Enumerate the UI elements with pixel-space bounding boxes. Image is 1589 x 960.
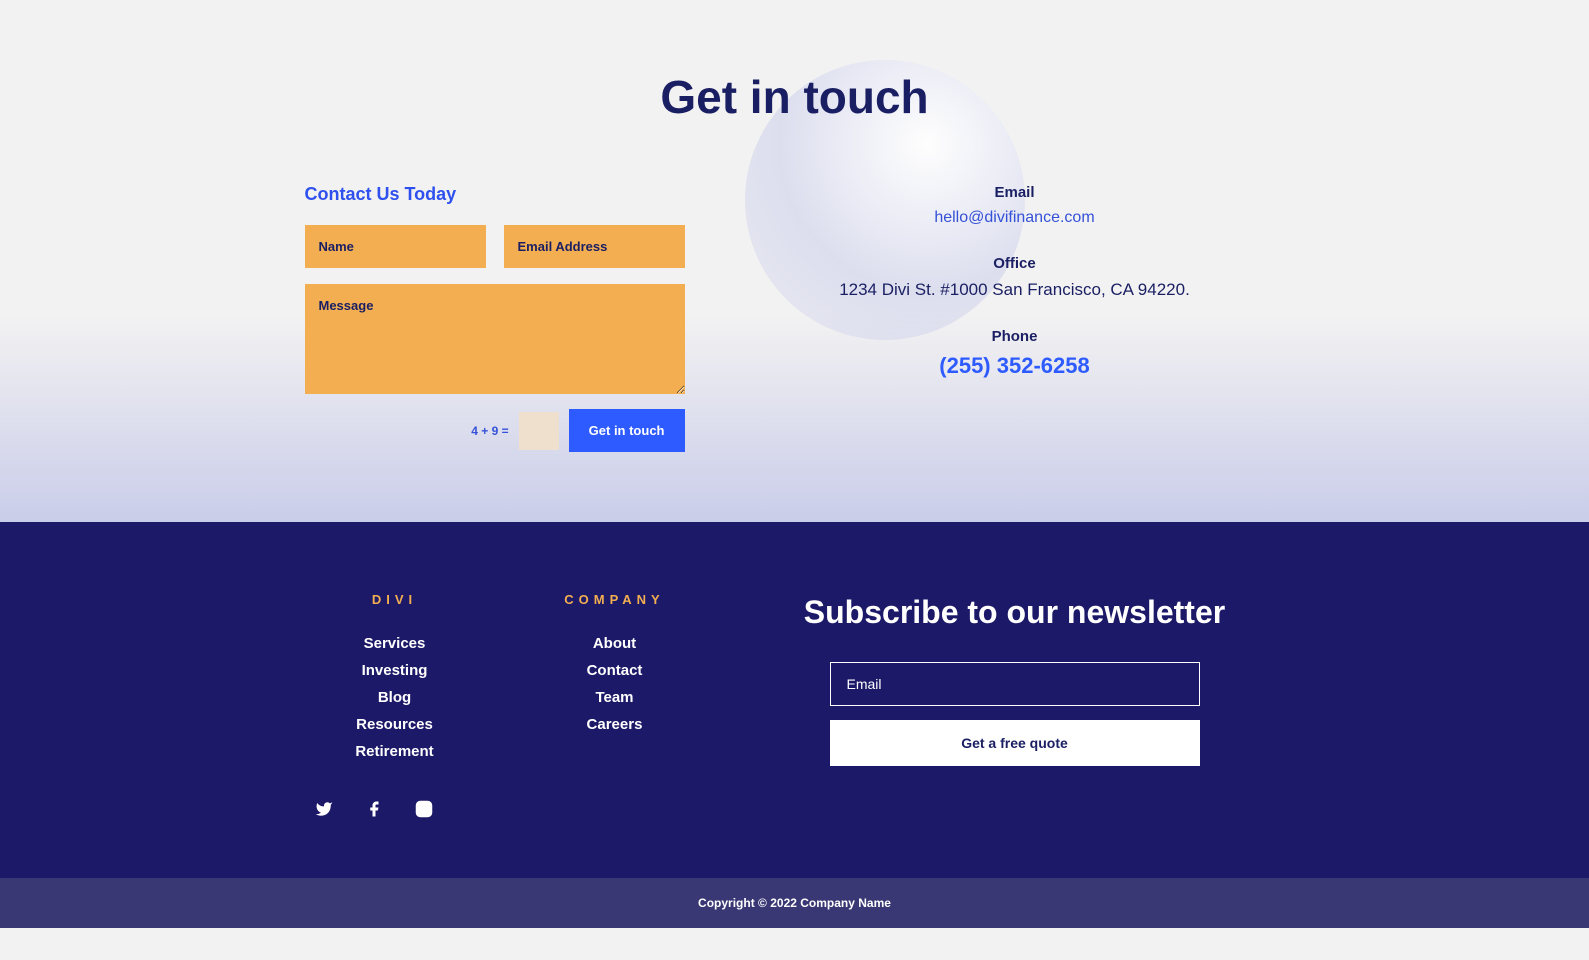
footer: DIVI Services Investing Blog Resources R… xyxy=(0,522,1589,928)
footer-link-investing[interactable]: Investing xyxy=(305,662,485,679)
submit-button[interactable]: Get in touch xyxy=(569,409,685,452)
email-input[interactable] xyxy=(504,225,685,268)
office-label: Office xyxy=(745,255,1285,272)
email-label: Email xyxy=(745,184,1285,201)
newsletter-email-input[interactable] xyxy=(830,662,1200,706)
message-input[interactable] xyxy=(305,284,685,394)
contact-section: Get in touch Contact Us Today 4 + 9 = Ge… xyxy=(0,0,1589,522)
footer-col-company: COMPANY About Contact Team Careers xyxy=(525,592,705,770)
phone-value[interactable]: (255) 352-6258 xyxy=(745,353,1285,379)
footer-heading-divi: DIVI xyxy=(305,592,485,607)
footer-heading-company: COMPANY xyxy=(525,592,705,607)
footer-link-services[interactable]: Services xyxy=(305,635,485,652)
phone-block: Phone (255) 352-6258 xyxy=(745,328,1285,379)
footer-link-blog[interactable]: Blog xyxy=(305,689,485,706)
newsletter-submit-button[interactable]: Get a free quote xyxy=(830,720,1200,766)
email-value[interactable]: hello@divifinance.com xyxy=(745,209,1285,227)
newsletter-heading: Subscribe to our newsletter xyxy=(745,592,1285,632)
contact-info: Email hello@divifinance.com Office 1234 … xyxy=(745,184,1285,452)
twitter-icon[interactable] xyxy=(315,800,333,818)
content-row: Contact Us Today 4 + 9 = Get in touch Em… xyxy=(305,184,1285,452)
footer-link-retirement[interactable]: Retirement xyxy=(305,743,485,760)
newsletter-col: Subscribe to our newsletter Get a free q… xyxy=(745,592,1285,770)
copyright-bar: Copyright © 2022 Company Name xyxy=(0,878,1589,928)
office-value: 1234 Divi St. #1000 San Francisco, CA 94… xyxy=(745,280,1285,300)
footer-link-team[interactable]: Team xyxy=(525,689,705,706)
name-input[interactable] xyxy=(305,225,486,268)
footer-link-careers[interactable]: Careers xyxy=(525,716,705,733)
contact-form: Contact Us Today 4 + 9 = Get in touch xyxy=(305,184,685,452)
facebook-icon[interactable] xyxy=(365,800,383,818)
email-block: Email hello@divifinance.com xyxy=(745,184,1285,227)
contact-form-heading: Contact Us Today xyxy=(305,184,685,205)
footer-link-about[interactable]: About xyxy=(525,635,705,652)
office-block: Office 1234 Divi St. #1000 San Francisco… xyxy=(745,255,1285,300)
footer-col-divi: DIVI Services Investing Blog Resources R… xyxy=(305,592,485,770)
form-row-name-email xyxy=(305,225,685,268)
social-row xyxy=(305,800,1285,818)
footer-link-resources[interactable]: Resources xyxy=(305,716,485,733)
footer-link-contact[interactable]: Contact xyxy=(525,662,705,679)
page-title: Get in touch xyxy=(0,70,1589,124)
copyright-text: Copyright © 2022 Company Name xyxy=(0,896,1589,910)
footer-row: DIVI Services Investing Blog Resources R… xyxy=(305,592,1285,770)
phone-label: Phone xyxy=(745,328,1285,345)
captcha-input[interactable] xyxy=(519,412,559,450)
instagram-icon[interactable] xyxy=(415,800,433,818)
captcha-label: 4 + 9 = xyxy=(471,424,508,438)
captcha-row: 4 + 9 = Get in touch xyxy=(305,409,685,452)
